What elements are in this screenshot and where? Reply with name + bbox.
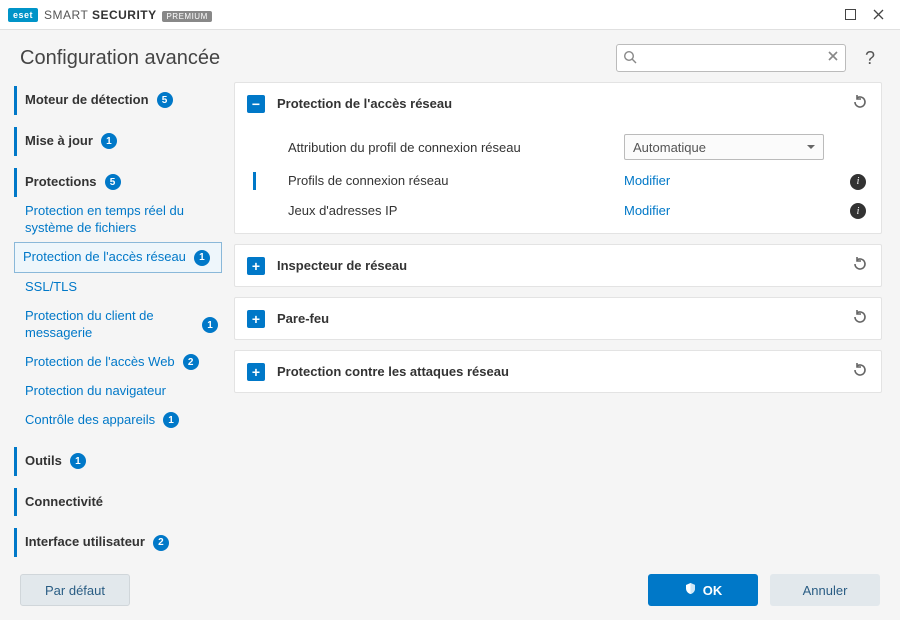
titlebar: eset SMART SECURITY PREMIUM [0,0,900,30]
sidebar-item-badge: 1 [70,453,86,469]
brand: eset SMART SECURITY PREMIUM [8,8,212,22]
panel-head-network-access[interactable]: − Protection de l'accès réseau [235,83,881,124]
sidebar-item-badge: 1 [163,412,179,428]
sidebar-item-label: Protection du navigateur [25,383,166,400]
panel-head-network-inspector[interactable]: + Inspecteur de réseau [235,245,881,286]
sidebar-item-update[interactable]: Mise à jour 1 [14,127,222,156]
sidebar-item-label: Connectivité [25,494,103,511]
sidebar-item-web-access[interactable]: Protection de l'accès Web 2 [14,348,222,377]
sidebar-item-label: Protection de l'accès réseau [23,249,186,266]
undo-icon [851,93,869,111]
row-label: Jeux d'adresses IP [274,203,614,218]
default-button[interactable]: Par défaut [20,574,130,606]
expand-icon: + [247,310,265,328]
search-input[interactable] [616,44,846,72]
panel-title: Protection de l'accès réseau [277,96,839,111]
sidebar-item-badge: 1 [101,133,117,149]
panel-firewall: + Pare-feu [234,297,882,340]
row-connection-profiles: Profils de connexion réseau Modifier i [235,166,881,196]
edit-ipsets-link[interactable]: Modifier [624,203,670,218]
row-ip-sets: Jeux d'adresses IP Modifier i [235,196,881,226]
panel-reset-button[interactable] [851,93,869,114]
close-icon [873,9,884,20]
panel-title: Protection contre les attaques réseau [277,364,839,379]
footer: Par défaut OK Annuler [0,562,900,618]
sidebar-item-label: Contrôle des appareils [25,412,155,429]
sidebar-item-label: Protection de l'accès Web [25,354,175,371]
ok-button-label: OK [703,583,723,598]
brand-text-1: SMART [44,8,88,22]
panel-title: Inspecteur de réseau [277,258,839,273]
select-value: Automatique [633,140,706,155]
sidebar-item-protections[interactable]: Protections 5 [14,168,222,197]
collapse-icon: − [247,95,265,113]
window-close-button[interactable] [864,1,892,29]
window-maximize-button[interactable] [836,1,864,29]
panel-head-firewall[interactable]: + Pare-feu [235,298,881,339]
sidebar-item-label: Mise à jour [25,133,93,150]
sidebar-item-badge: 5 [105,174,121,190]
ok-button[interactable]: OK [648,574,758,606]
sidebar-item-connectivity[interactable]: Connectivité [14,488,222,517]
panel-head-network-attacks[interactable]: + Protection contre les attaques réseau [235,351,881,392]
panel-network-attacks: + Protection contre les attaques réseau [234,350,882,393]
sidebar-item-label: Interface utilisateur [25,534,145,551]
expand-icon: + [247,257,265,275]
panel-reset-button[interactable] [851,255,869,276]
sidebar-item-label: Outils [25,453,62,470]
search-clear-button[interactable] [826,49,840,66]
sidebar-item-badge: 2 [153,535,169,551]
info-icon[interactable]: i [850,203,866,219]
sidebar-item-label: Protection en temps réel du système de f… [25,203,218,237]
sidebar-item-badge: 1 [202,317,218,333]
close-icon [826,49,840,63]
search-box [616,44,846,72]
brand-text: SMART SECURITY PREMIUM [44,8,212,22]
content: − Protection de l'accès réseau Attributi… [234,82,886,562]
brand-text-2: SECURITY [92,8,157,22]
sidebar-item-label: SSL/TLS [25,279,77,296]
brand-logo: eset [8,8,38,22]
row-profile-assignment: Attribution du profil de connexion résea… [235,128,881,166]
sidebar-item-label: Moteur de détection [25,92,149,109]
sidebar-item-mail-client[interactable]: Protection du client de messagerie 1 [14,302,222,348]
sidebar-item-realtime-fs[interactable]: Protection en temps réel du système de f… [14,197,222,243]
undo-icon [851,308,869,326]
sidebar: Moteur de détection 5 Mise à jour 1 Prot… [14,82,224,562]
sidebar-item-label: Protection du client de messagerie [25,308,194,342]
sidebar-item-network-access[interactable]: Protection de l'accès réseau 1 [14,242,222,273]
square-icon [845,9,856,20]
sidebar-item-badge: 1 [194,250,210,266]
sidebar-item-badge: 5 [157,92,173,108]
panel-network-inspector: + Inspecteur de réseau [234,244,882,287]
row-label: Profils de connexion réseau [274,173,614,188]
page-title: Configuration avancée [20,47,220,70]
sidebar-item-label: Protections [25,174,97,191]
row-label: Attribution du profil de connexion résea… [274,140,614,155]
panel-reset-button[interactable] [851,361,869,382]
undo-icon [851,361,869,379]
brand-badge: PREMIUM [162,11,211,22]
help-button[interactable]: ? [860,48,880,69]
sidebar-item-ui[interactable]: Interface utilisateur 2 [14,528,222,557]
sidebar-item-detection-engine[interactable]: Moteur de détection 5 [14,86,222,115]
panel-title: Pare-feu [277,311,839,326]
undo-icon [851,255,869,273]
sidebar-item-ssl-tls[interactable]: SSL/TLS [14,273,222,302]
cancel-button[interactable]: Annuler [770,574,880,606]
header: Configuration avancée ? [0,30,900,82]
info-icon[interactable]: i [850,174,866,190]
panel-reset-button[interactable] [851,308,869,329]
sidebar-item-device-control[interactable]: Contrôle des appareils 1 [14,406,222,435]
profile-assignment-select[interactable]: Automatique [624,134,824,160]
edit-profiles-link[interactable]: Modifier [624,173,670,188]
search-icon [623,50,637,67]
sidebar-item-badge: 2 [183,354,199,370]
expand-icon: + [247,363,265,381]
shield-icon [684,582,697,598]
sidebar-item-browser[interactable]: Protection du navigateur [14,377,222,406]
panel-network-access: − Protection de l'accès réseau Attributi… [234,82,882,234]
sidebar-item-tools[interactable]: Outils 1 [14,447,222,476]
